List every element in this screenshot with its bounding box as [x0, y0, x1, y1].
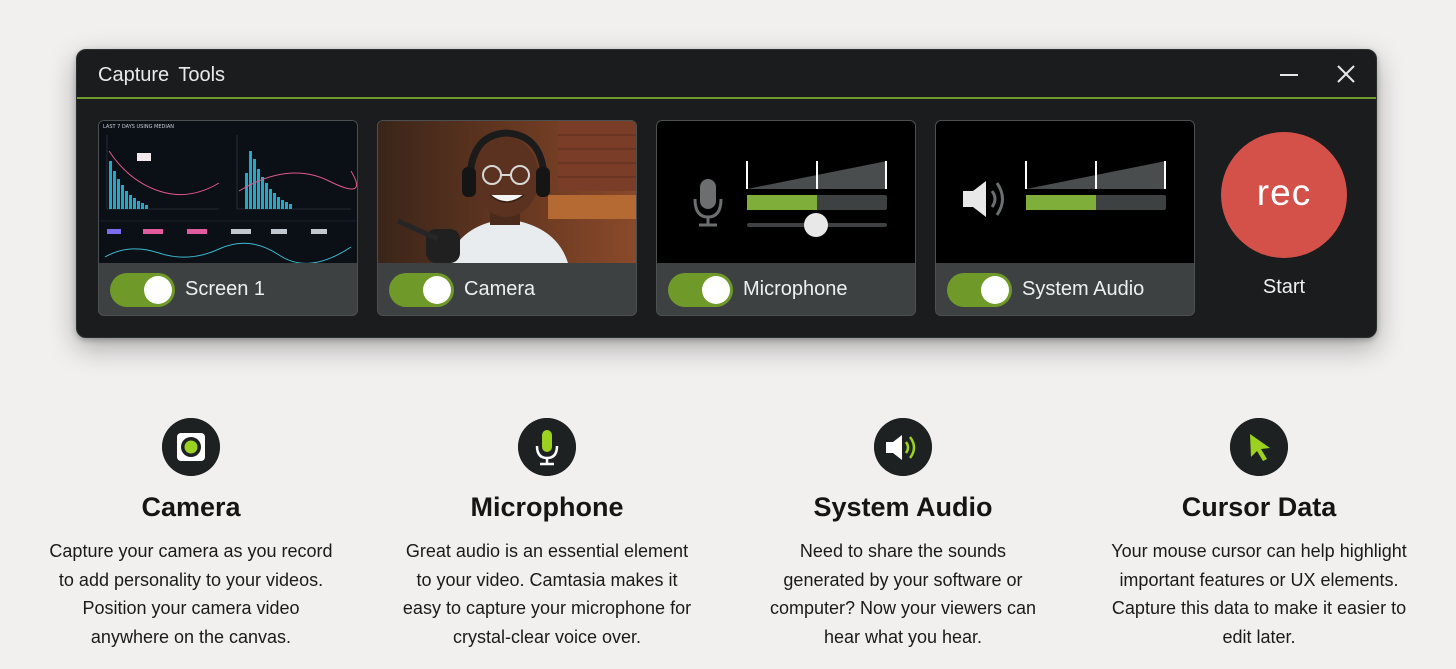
cursor-icon [1230, 418, 1288, 476]
toggle-knob [423, 276, 451, 304]
camera-source-card[interactable]: Camera [377, 120, 637, 316]
toggle-knob [144, 276, 172, 304]
microphone-glyph-icon [693, 179, 723, 227]
title-divider [77, 97, 1376, 99]
camera-label: Camera [464, 278, 536, 300]
system-audio-toggle[interactable] [947, 273, 1012, 307]
feature-description: Need to share the sounds generated by yo… [769, 541, 1037, 647]
dashboard-chart-image: LAST 7 DAYS USING MEDIAN [99, 121, 357, 263]
microphone-source-card[interactable]: Microphone [656, 120, 916, 316]
feature-description: Capture your camera as you record to add… [49, 541, 333, 647]
start-caption: Start [1262, 276, 1306, 298]
camera-toggle[interactable] [389, 273, 454, 307]
microphone-icon [518, 418, 576, 476]
camera-preview-thumbnail [378, 121, 636, 263]
record-button-label: rec [1256, 172, 1312, 213]
microphone-toggle[interactable] [668, 273, 733, 307]
microphone-label: Microphone [743, 278, 848, 300]
capture-tools-window: Capture Tools LAST 7 DAYS USING MEDIAN S… [76, 49, 1377, 338]
level-meter-fill [1026, 195, 1096, 210]
camera-person-image [378, 121, 636, 263]
screen-toggle[interactable] [110, 273, 175, 307]
minimize-icon[interactable] [1278, 64, 1300, 86]
screen-label: Screen 1 [185, 278, 266, 300]
record-button[interactable]: rec [1221, 132, 1347, 258]
microphone-level-meter [657, 121, 915, 263]
system-audio-source-card[interactable]: System Audio [935, 120, 1195, 316]
feature-description: Great audio is an essential element to y… [402, 541, 692, 647]
toggle-knob [702, 276, 730, 304]
camera-icon [162, 418, 220, 476]
feature-title: Camera [141, 492, 241, 522]
dashboard-tab-label: LAST 7 DAYS USING MEDIAN [103, 124, 174, 130]
window-title: Capture Tools [98, 64, 226, 86]
screen-source-card[interactable]: LAST 7 DAYS USING MEDIAN Screen 1 [98, 120, 358, 316]
screen-preview-thumbnail: LAST 7 DAYS USING MEDIAN [99, 121, 357, 263]
feature-title: Cursor Data [1181, 492, 1337, 522]
close-icon[interactable] [1334, 62, 1358, 86]
feature-title: Microphone [470, 492, 624, 522]
feature-title: System Audio [813, 492, 993, 522]
system-audio-label: System Audio [1022, 278, 1145, 300]
system-audio-level-meter [936, 121, 1194, 263]
input-level-scale [746, 161, 887, 189]
volume-slider-thumb[interactable] [804, 213, 828, 237]
toggle-knob [981, 276, 1009, 304]
level-meter-fill [747, 195, 817, 210]
feature-description: Your mouse cursor can help highlight imp… [1111, 541, 1407, 647]
speaker-icon [874, 418, 932, 476]
speaker-glyph-icon [963, 181, 1004, 217]
title-bar: Capture Tools [77, 50, 1376, 98]
output-level-scale [1025, 161, 1166, 189]
